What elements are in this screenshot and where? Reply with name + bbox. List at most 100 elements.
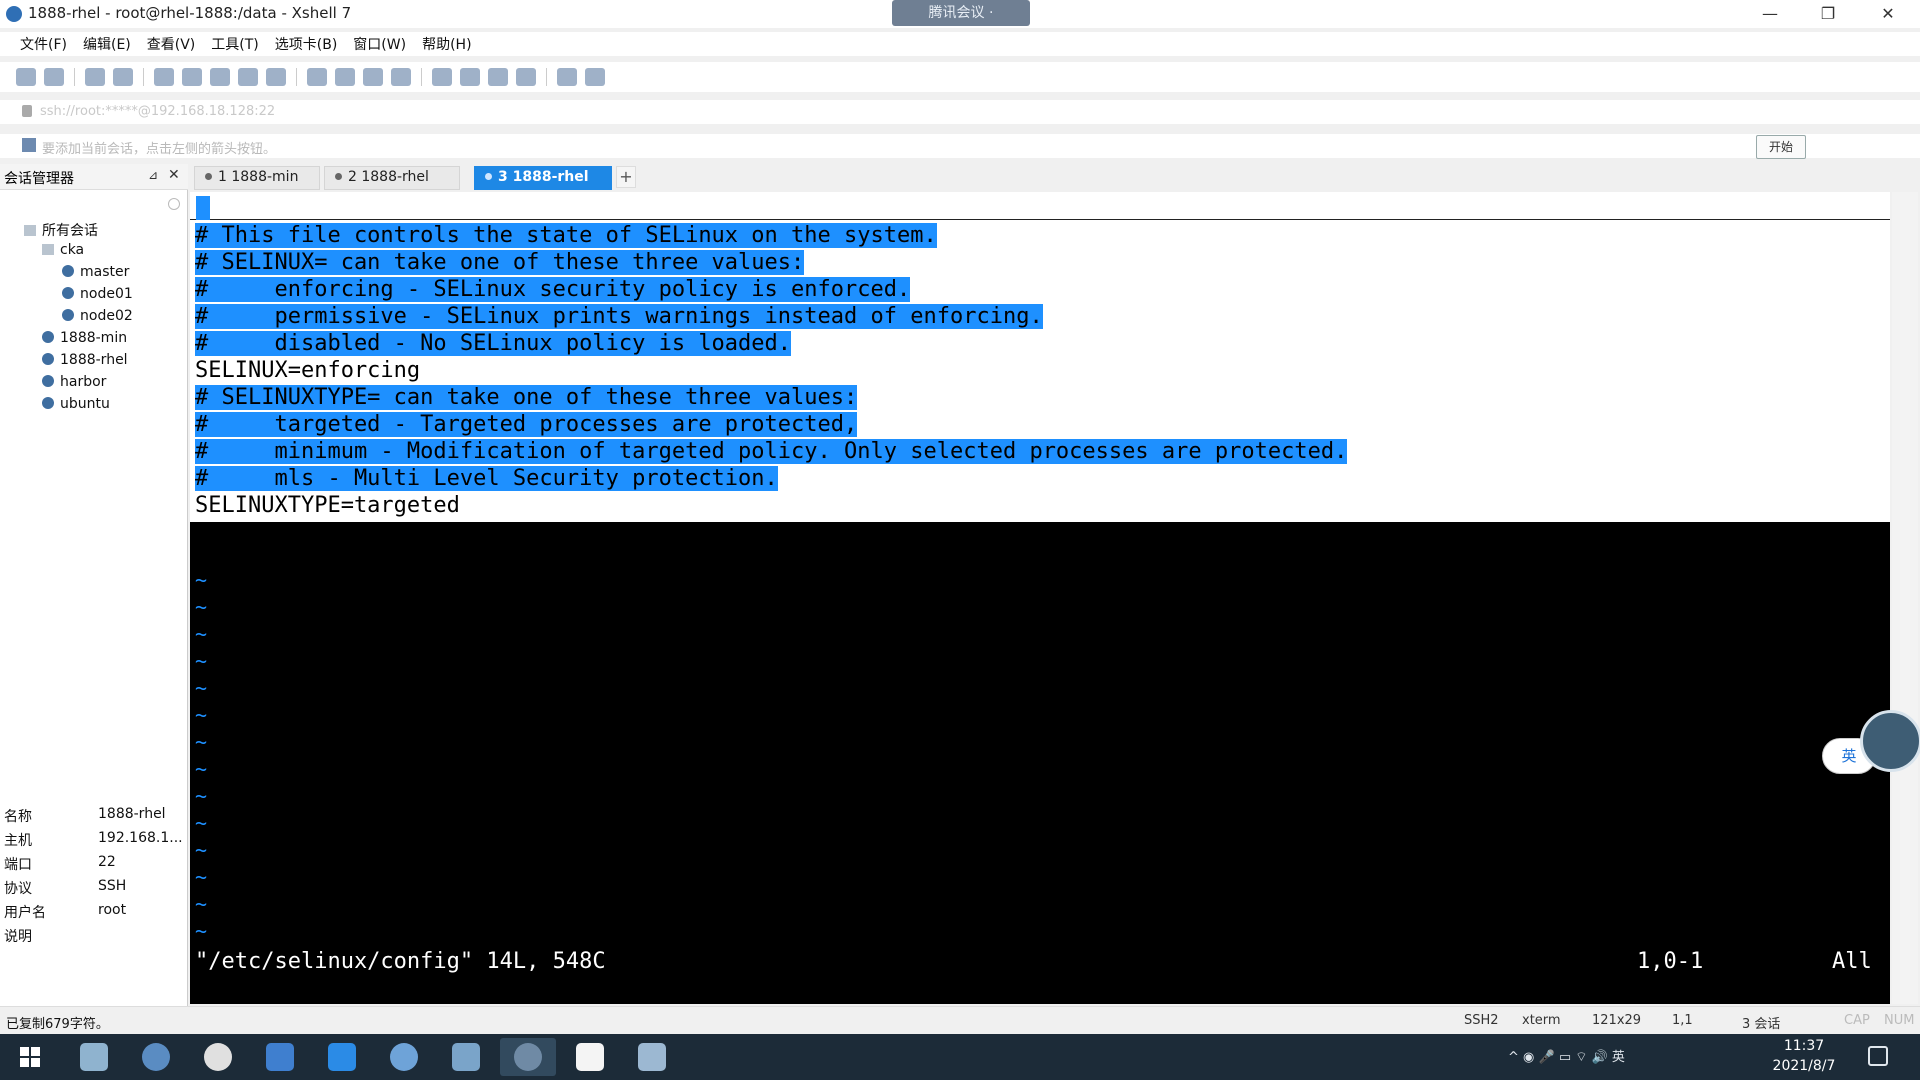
tilde-marker: ~ bbox=[195, 757, 208, 781]
tree-item-all-sessions[interactable]: 所有会话 bbox=[24, 220, 98, 242]
terminal-line: # SELINUX= can take one of these three v… bbox=[195, 249, 805, 276]
tree-item-1888-min[interactable]: 1888-min bbox=[42, 330, 127, 352]
taskbar-cloud-drive[interactable] bbox=[314, 1038, 370, 1076]
minimize-button[interactable]: — bbox=[1750, 2, 1790, 26]
address-input[interactable]: ssh://root:*****@192.168.18.128:22 bbox=[40, 104, 275, 119]
taskbar-browser[interactable] bbox=[128, 1038, 184, 1076]
connect-icon[interactable] bbox=[85, 68, 105, 86]
taskbar-typora[interactable] bbox=[562, 1038, 618, 1076]
tab-1888-rhel-3[interactable]: 3 1888-rhel bbox=[474, 166, 612, 190]
tree-item-master[interactable]: master bbox=[62, 264, 129, 286]
taskbar-file-explorer[interactable] bbox=[438, 1038, 494, 1076]
taskbar-photos[interactable] bbox=[66, 1038, 122, 1076]
taskbar-netease-music[interactable] bbox=[376, 1038, 432, 1076]
terminal-line-text: # permissive - SELinux prints warnings i… bbox=[195, 304, 1043, 329]
menu-help[interactable]: 帮助(H) bbox=[416, 32, 477, 56]
tree-item-node02[interactable]: node02 bbox=[62, 308, 133, 330]
font-icon[interactable] bbox=[266, 68, 286, 86]
terminal-line: # disabled - No SELinux policy is loaded… bbox=[195, 330, 792, 357]
tree-item-1888-rhel[interactable]: 1888-rhel bbox=[42, 352, 128, 374]
session-manager: 会话管理器 ⊿ ✕ 所有会话 cka master node01 node02 … bbox=[0, 164, 188, 1009]
new-session-icon[interactable] bbox=[16, 68, 36, 86]
screenshot-icon[interactable] bbox=[335, 68, 355, 86]
close-window-button[interactable]: ✕ bbox=[1868, 2, 1908, 26]
tilde-marker: ~ bbox=[195, 892, 208, 916]
menu-file[interactable]: 文件(F) bbox=[14, 32, 73, 56]
address-bar: ssh://root:*****@192.168.18.128:22 bbox=[0, 100, 1920, 124]
terminal-line: SELINUXTYPE=targeted bbox=[195, 492, 460, 519]
menu-view[interactable]: 查看(V) bbox=[141, 32, 202, 56]
terminal-line-text: # targeted - Targeted processes are prot… bbox=[195, 412, 858, 437]
windows-start-button[interactable] bbox=[2, 1038, 58, 1076]
close-panel-icon[interactable]: ✕ bbox=[168, 167, 180, 183]
restore-button[interactable]: ❐ bbox=[1808, 2, 1848, 26]
system-tray[interactable]: ^ ◉ 🎤 ▭ ⌔ 🔊 英 bbox=[1508, 1046, 1625, 1065]
taskbar-multiwindow[interactable] bbox=[252, 1038, 308, 1076]
tab-1888-rhel-2[interactable]: 2 1888-rhel bbox=[324, 166, 460, 190]
disconnect-icon[interactable] bbox=[113, 68, 133, 86]
layout-icon[interactable] bbox=[516, 68, 536, 86]
terminal-line-text: # SELINUX= can take one of these three v… bbox=[195, 250, 805, 275]
tree-item-cka[interactable]: cka bbox=[42, 242, 84, 264]
menu-tab[interactable]: 选项卡(B) bbox=[269, 32, 344, 56]
taskbar-wechat[interactable] bbox=[190, 1038, 246, 1076]
taskbar-xshell[interactable] bbox=[500, 1038, 556, 1076]
prop-key-protocol: 协议 bbox=[4, 881, 32, 897]
windows-taskbar: ^ ◉ 🎤 ▭ ⌔ 🔊 英 11:37 2021/8/7 bbox=[0, 1034, 1920, 1080]
tree-item-ubuntu[interactable]: ubuntu bbox=[42, 396, 110, 418]
open-folder-icon[interactable] bbox=[44, 68, 64, 86]
prop-key-username: 用户名 bbox=[4, 905, 46, 921]
assistant-avatar[interactable] bbox=[1860, 710, 1920, 772]
properties-icon[interactable] bbox=[154, 68, 174, 86]
pin-icon[interactable]: ⊿ bbox=[148, 168, 158, 182]
ime-floating-widget[interactable]: 英 bbox=[1822, 710, 1920, 774]
bookmark-icon[interactable] bbox=[22, 138, 36, 152]
search-icon[interactable] bbox=[168, 198, 180, 210]
tree-item-harbor[interactable]: harbor bbox=[42, 374, 106, 396]
browser-icon bbox=[142, 1043, 170, 1071]
terminal[interactable]: # This file controls the state of SELinu… bbox=[190, 192, 1890, 1004]
tree-label: node02 bbox=[80, 308, 133, 324]
session-manager-title: 会话管理器 bbox=[4, 171, 74, 187]
menu-window[interactable]: 窗口(W) bbox=[347, 32, 412, 56]
add-tab-button[interactable]: + bbox=[616, 166, 636, 188]
tab-status-dot bbox=[485, 173, 492, 180]
start-button[interactable]: 开始 bbox=[1756, 135, 1806, 159]
globe-icon[interactable] bbox=[238, 68, 258, 86]
folder-icon bbox=[452, 1043, 480, 1071]
tilde-marker: ~ bbox=[195, 919, 208, 943]
tilde-marker: ~ bbox=[195, 838, 208, 862]
tilde-marker: ~ bbox=[195, 811, 208, 835]
photos-icon bbox=[80, 1043, 108, 1071]
fullscreen-icon[interactable] bbox=[363, 68, 383, 86]
tilde-marker: ~ bbox=[195, 865, 208, 889]
lock-icon[interactable] bbox=[391, 68, 411, 86]
keyboard-icon[interactable] bbox=[432, 68, 452, 86]
tree-item-node01[interactable]: node01 bbox=[62, 286, 133, 308]
tilde-marker: ~ bbox=[195, 649, 208, 673]
xftp-icon[interactable] bbox=[307, 68, 327, 86]
notification-icon[interactable] bbox=[1868, 1046, 1888, 1066]
taskbar-clock[interactable]: 11:37 2021/8/7 bbox=[1764, 1036, 1844, 1076]
tile-icon[interactable] bbox=[488, 68, 508, 86]
tree-label: 所有会话 bbox=[42, 223, 98, 239]
terminal-scrollbar[interactable] bbox=[1892, 192, 1918, 1004]
tencent-meeting-badge[interactable]: 腾讯会议 · bbox=[892, 0, 1030, 26]
tree-label: 1888-min bbox=[60, 330, 128, 346]
terminal-line: # minimum - Modification of targeted pol… bbox=[195, 438, 1348, 465]
tilde-marker: ~ bbox=[195, 595, 208, 619]
session-icon bbox=[62, 265, 74, 277]
tilde-marker: ~ bbox=[195, 676, 208, 700]
script-icon[interactable] bbox=[460, 68, 480, 86]
status-bar: 已复制679字符。 SSH2 xterm 121x29 1,1 3 会话 CAP… bbox=[0, 1006, 1920, 1034]
toolbar bbox=[0, 62, 1920, 92]
prop-key-description: 说明 bbox=[4, 929, 32, 945]
transfer-icon[interactable] bbox=[210, 68, 230, 86]
taskbar-image-viewer[interactable] bbox=[624, 1038, 680, 1076]
menu-edit[interactable]: 编辑(E) bbox=[77, 32, 137, 56]
tab-1888-min[interactable]: 1 1888-min bbox=[194, 166, 320, 190]
find-icon[interactable] bbox=[182, 68, 202, 86]
chat-icon[interactable] bbox=[585, 68, 605, 86]
help-icon[interactable] bbox=[557, 68, 577, 86]
menu-tools[interactable]: 工具(T) bbox=[205, 32, 264, 56]
